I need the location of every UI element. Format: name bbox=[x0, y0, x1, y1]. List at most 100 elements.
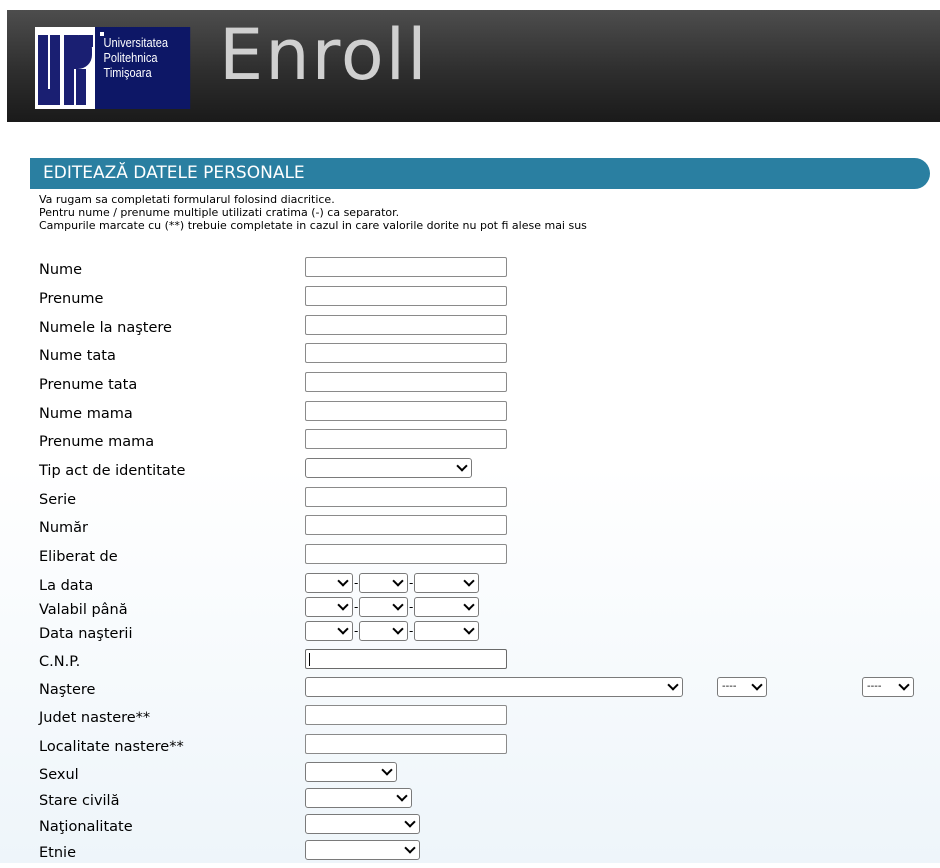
cnp-input[interactable] bbox=[305, 649, 507, 669]
text-cursor bbox=[309, 653, 310, 666]
prenume-tata-label: Prenume tata bbox=[39, 377, 138, 393]
chevron-down-icon bbox=[337, 599, 349, 611]
etnie-select[interactable] bbox=[305, 840, 420, 860]
date-separator: - bbox=[354, 624, 359, 638]
chevron-down-icon bbox=[396, 790, 408, 802]
row-prenume-tata: Prenume tata bbox=[39, 372, 929, 400]
row-data-nasterii: Data naşterii - - bbox=[39, 621, 929, 649]
serie-input[interactable] bbox=[305, 487, 507, 507]
row-tip-act: Tip act de identitate bbox=[39, 458, 929, 486]
row-nationalitate: Naţionalitate bbox=[39, 814, 929, 842]
sexul-select[interactable] bbox=[305, 762, 397, 782]
la-data-year-select[interactable] bbox=[414, 573, 479, 593]
data-nasterii-month-select[interactable] bbox=[359, 621, 408, 641]
row-prenume: Prenume bbox=[39, 286, 929, 314]
chevron-down-icon bbox=[404, 842, 416, 854]
serie-label: Serie bbox=[39, 492, 77, 508]
localitate-nastere-input[interactable] bbox=[305, 734, 507, 754]
nume-mama-input[interactable] bbox=[305, 401, 507, 421]
judet-nastere-input[interactable] bbox=[305, 705, 507, 725]
numar-label: Număr bbox=[39, 520, 89, 536]
date-separator: - bbox=[409, 576, 414, 590]
valabil-pana-month-select[interactable] bbox=[359, 597, 408, 617]
prenume-input[interactable] bbox=[305, 286, 507, 306]
chevron-down-icon bbox=[898, 679, 910, 691]
chevron-down-icon bbox=[463, 599, 475, 611]
tip-act-select[interactable] bbox=[305, 458, 472, 478]
instruction-line: Pentru nume / prenume multiple utilizati… bbox=[39, 206, 400, 219]
prenume-mama-label: Prenume mama bbox=[39, 434, 155, 450]
la-data-day-select[interactable] bbox=[305, 573, 353, 593]
chevron-down-icon bbox=[404, 816, 416, 828]
chevron-down-icon bbox=[337, 623, 349, 635]
chevron-down-icon bbox=[751, 679, 763, 691]
row-prenume-mama: Prenume mama bbox=[39, 429, 929, 457]
row-nume: Nume bbox=[39, 257, 929, 285]
form-instructions: Va rugam sa completati formularul folosi… bbox=[39, 193, 587, 232]
upt-logo-mark bbox=[35, 27, 95, 109]
nastere-locality-select[interactable]: ---- bbox=[862, 677, 914, 697]
app-header: Universitatea Politehnica Timişoara Enro… bbox=[7, 10, 940, 122]
judet-nastere-label: Judet nastere** bbox=[39, 710, 151, 726]
nationalitate-label: Naţionalitate bbox=[39, 819, 133, 835]
instruction-line: Va rugam sa completati formularul folosi… bbox=[39, 193, 335, 206]
data-nasterii-day-select[interactable] bbox=[305, 621, 353, 641]
row-eliberat-de: Eliberat de bbox=[39, 544, 929, 572]
valabil-pana-day-select[interactable] bbox=[305, 597, 353, 617]
row-nume-tata: Nume tata bbox=[39, 343, 929, 371]
row-serie: Serie bbox=[39, 487, 929, 515]
chevron-down-icon bbox=[456, 460, 468, 472]
nume-tata-label: Nume tata bbox=[39, 348, 116, 364]
chevron-down-icon bbox=[463, 575, 475, 587]
chevron-down-icon bbox=[392, 575, 404, 587]
row-judet-nastere: Judet nastere** bbox=[39, 705, 929, 733]
prenume-label: Prenume bbox=[39, 291, 104, 307]
nume-tata-input[interactable] bbox=[305, 343, 507, 363]
la-data-month-select[interactable] bbox=[359, 573, 408, 593]
sexul-label: Sexul bbox=[39, 767, 79, 783]
nastere-country-select[interactable] bbox=[305, 677, 683, 697]
nationalitate-select[interactable] bbox=[305, 814, 420, 834]
prenume-tata-input[interactable] bbox=[305, 372, 507, 392]
tip-act-label: Tip act de identitate bbox=[39, 463, 186, 479]
logo-accent bbox=[100, 32, 104, 36]
row-etnie: Etnie bbox=[39, 840, 929, 868]
chevron-down-icon bbox=[392, 623, 404, 635]
row-nastere: Naştere ---- ---- bbox=[39, 677, 929, 705]
chevron-down-icon bbox=[381, 764, 393, 776]
row-nume-mama: Nume mama bbox=[39, 401, 929, 429]
nastere-county-select[interactable]: ---- bbox=[717, 677, 767, 697]
chevron-down-icon bbox=[667, 679, 679, 691]
chevron-down-icon bbox=[337, 575, 349, 587]
nastere-label: Naştere bbox=[39, 682, 96, 698]
instruction-line: Campurile marcate cu (**) trebuie comple… bbox=[39, 219, 587, 232]
university-logo-text: Universitatea Politehnica Timişoara bbox=[95, 27, 191, 109]
numar-input[interactable] bbox=[305, 515, 507, 535]
date-separator: - bbox=[409, 600, 414, 614]
numele-la-nastere-input[interactable] bbox=[305, 315, 507, 335]
valabil-pana-year-select[interactable] bbox=[414, 597, 479, 617]
section-title: EDITEAZĂ DATELE PERSONALE bbox=[43, 163, 305, 183]
date-separator: - bbox=[409, 624, 414, 638]
stare-civila-label: Stare civilă bbox=[39, 793, 120, 809]
eliberat-de-label: Eliberat de bbox=[39, 549, 118, 565]
row-sexul: Sexul bbox=[39, 762, 929, 790]
nume-mama-label: Nume mama bbox=[39, 406, 133, 422]
row-numar: Număr bbox=[39, 515, 929, 543]
prenume-mama-input[interactable] bbox=[305, 429, 507, 449]
etnie-label: Etnie bbox=[39, 845, 76, 861]
stare-civila-select[interactable] bbox=[305, 788, 412, 808]
date-separator: - bbox=[354, 576, 359, 590]
la-data-label: La data bbox=[39, 578, 94, 594]
row-cnp: C.N.P. bbox=[39, 649, 929, 677]
localitate-nastere-label: Localitate nastere** bbox=[39, 739, 184, 755]
data-nasterii-year-select[interactable] bbox=[414, 621, 479, 641]
section-header: EDITEAZĂ DATELE PERSONALE bbox=[30, 158, 930, 189]
date-separator: - bbox=[354, 600, 359, 614]
nume-label: Nume bbox=[39, 262, 83, 278]
data-nasterii-label: Data naşterii bbox=[39, 626, 133, 642]
numele-la-nastere-label: Numele la naştere bbox=[39, 320, 172, 336]
row-numele-la-nastere: Numele la naştere bbox=[39, 315, 929, 343]
nume-input[interactable] bbox=[305, 257, 507, 277]
eliberat-de-input[interactable] bbox=[305, 544, 507, 564]
